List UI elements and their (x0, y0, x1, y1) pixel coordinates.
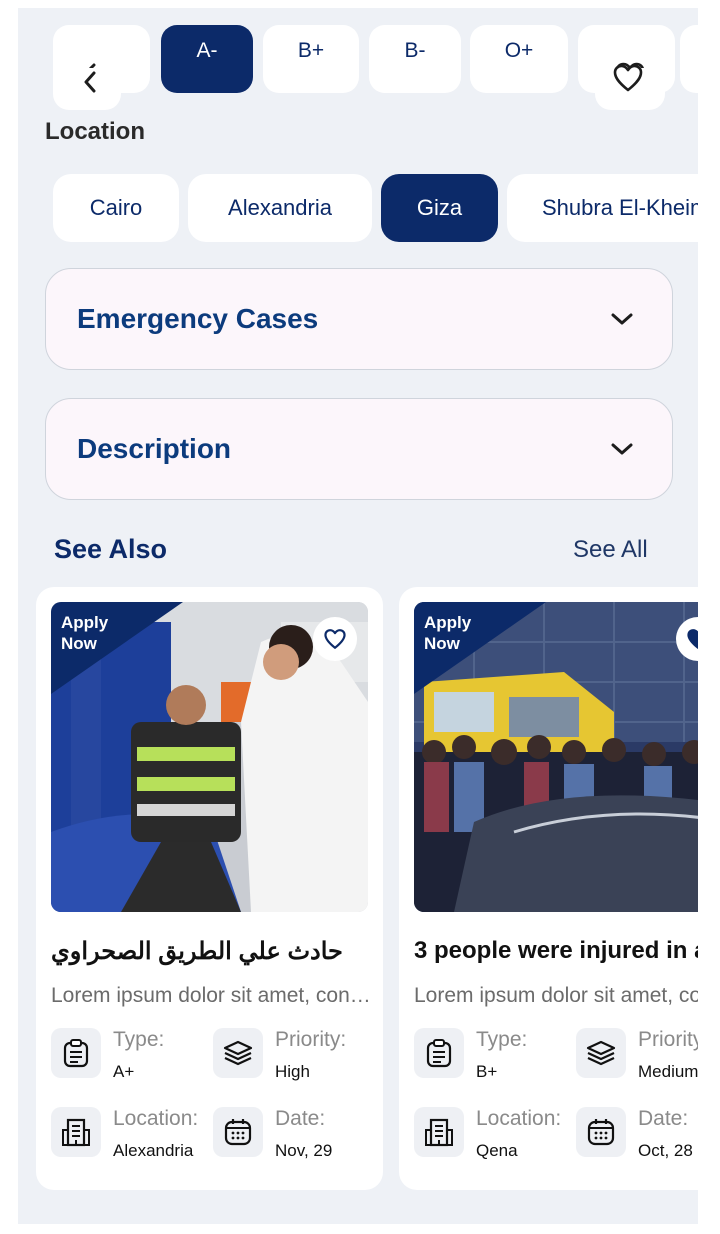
case-card[interactable]: Apply Now 3 people were injured in an ac… (399, 587, 698, 1190)
accordion-title: Emergency Cases (77, 303, 319, 334)
date-meta: Date: Nov, 29 (213, 1107, 373, 1167)
location-label: Location: (476, 1107, 562, 1130)
case-description: Lorem ipsum dolor sit amet, consectetur (51, 984, 371, 1007)
location-meta: Location: Alexandria (51, 1107, 211, 1167)
priority-label: Priority: (275, 1028, 347, 1051)
priority-meta: Priority: High (213, 1028, 373, 1088)
heart-filled-icon (687, 629, 698, 649)
calendar-icon (576, 1107, 626, 1157)
case-title: حادث علي الطريق الصحراوي (51, 938, 343, 965)
date-meta: Date: Oct, 28 (576, 1107, 698, 1167)
layers-icon (213, 1028, 263, 1078)
see-all-link[interactable]: See All (573, 536, 648, 564)
emergency-cases-accordion[interactable]: Emergency Cases (45, 268, 673, 370)
case-photo: Apply Now (51, 602, 368, 912)
description-accordion[interactable]: Description (45, 398, 673, 500)
type-label: Type: (476, 1028, 528, 1051)
calendar-icon (213, 1107, 263, 1157)
case-card[interactable]: Apply Now حادث علي الطريق الصحراوي Lorem… (36, 587, 383, 1190)
accordion-title: Description (77, 433, 232, 464)
case-title: 3 people were injured in an accident (414, 937, 698, 964)
priority-label: Priority: (638, 1028, 698, 1051)
blood-chip-b-pos[interactable]: B+ (263, 25, 359, 93)
date-value: Nov, 29 (275, 1141, 333, 1160)
date-label: Date: (275, 1107, 326, 1130)
location-label: Location: (113, 1107, 199, 1130)
chevron-down-icon (611, 313, 633, 325)
see-also-heading: See Also (54, 534, 168, 564)
location-chip-shubra[interactable]: Shubra El-Kheima (507, 174, 698, 242)
apply-ribbon-label[interactable]: Apply Now (61, 612, 121, 654)
chevron-down-icon (611, 443, 633, 455)
apply-ribbon-label[interactable]: Apply Now (424, 612, 484, 654)
date-label: Date: (638, 1107, 689, 1130)
blood-chip-a-neg[interactable]: A- (161, 25, 253, 93)
case-photo: Apply Now (414, 602, 698, 912)
chevron-left-icon[interactable] (81, 71, 99, 93)
type-value: B+ (476, 1062, 498, 1081)
layers-icon (576, 1028, 626, 1078)
clipboard-icon (414, 1028, 464, 1078)
heart-icon (324, 629, 346, 649)
heart-icon[interactable] (612, 63, 644, 93)
type-meta: Type: A+ (51, 1028, 211, 1088)
type-label: Type: (113, 1028, 165, 1051)
building-icon (414, 1107, 464, 1157)
case-description: Lorem ipsum dolor sit amet, consectetur (414, 984, 698, 1007)
type-meta: Type: B+ (414, 1028, 574, 1088)
screen: A- B+ B- O+ Location Cairo Alexandria Gi… (18, 8, 698, 1224)
location-value: Alexandria (113, 1141, 194, 1160)
clipboard-icon (51, 1028, 101, 1078)
location-chip-giza[interactable]: Giza (381, 174, 498, 242)
blood-chip-b-neg[interactable]: B- (369, 25, 461, 93)
priority-value: High (275, 1062, 310, 1081)
type-value: A+ (113, 1062, 135, 1081)
priority-value: Medium (638, 1062, 698, 1081)
favorite-button[interactable] (313, 617, 357, 661)
location-value: Qena (476, 1141, 518, 1160)
priority-meta: Priority: Medium (576, 1028, 698, 1088)
building-icon (51, 1107, 101, 1157)
location-chip-alexandria[interactable]: Alexandria (188, 174, 372, 242)
blood-chip-o-pos[interactable]: O+ (470, 25, 568, 93)
location-meta: Location: Qena (414, 1107, 574, 1167)
more-chip[interactable] (680, 25, 698, 93)
location-heading: Location (45, 118, 145, 145)
location-chip-cairo[interactable]: Cairo (53, 174, 179, 242)
date-value: Oct, 28 (638, 1141, 693, 1160)
